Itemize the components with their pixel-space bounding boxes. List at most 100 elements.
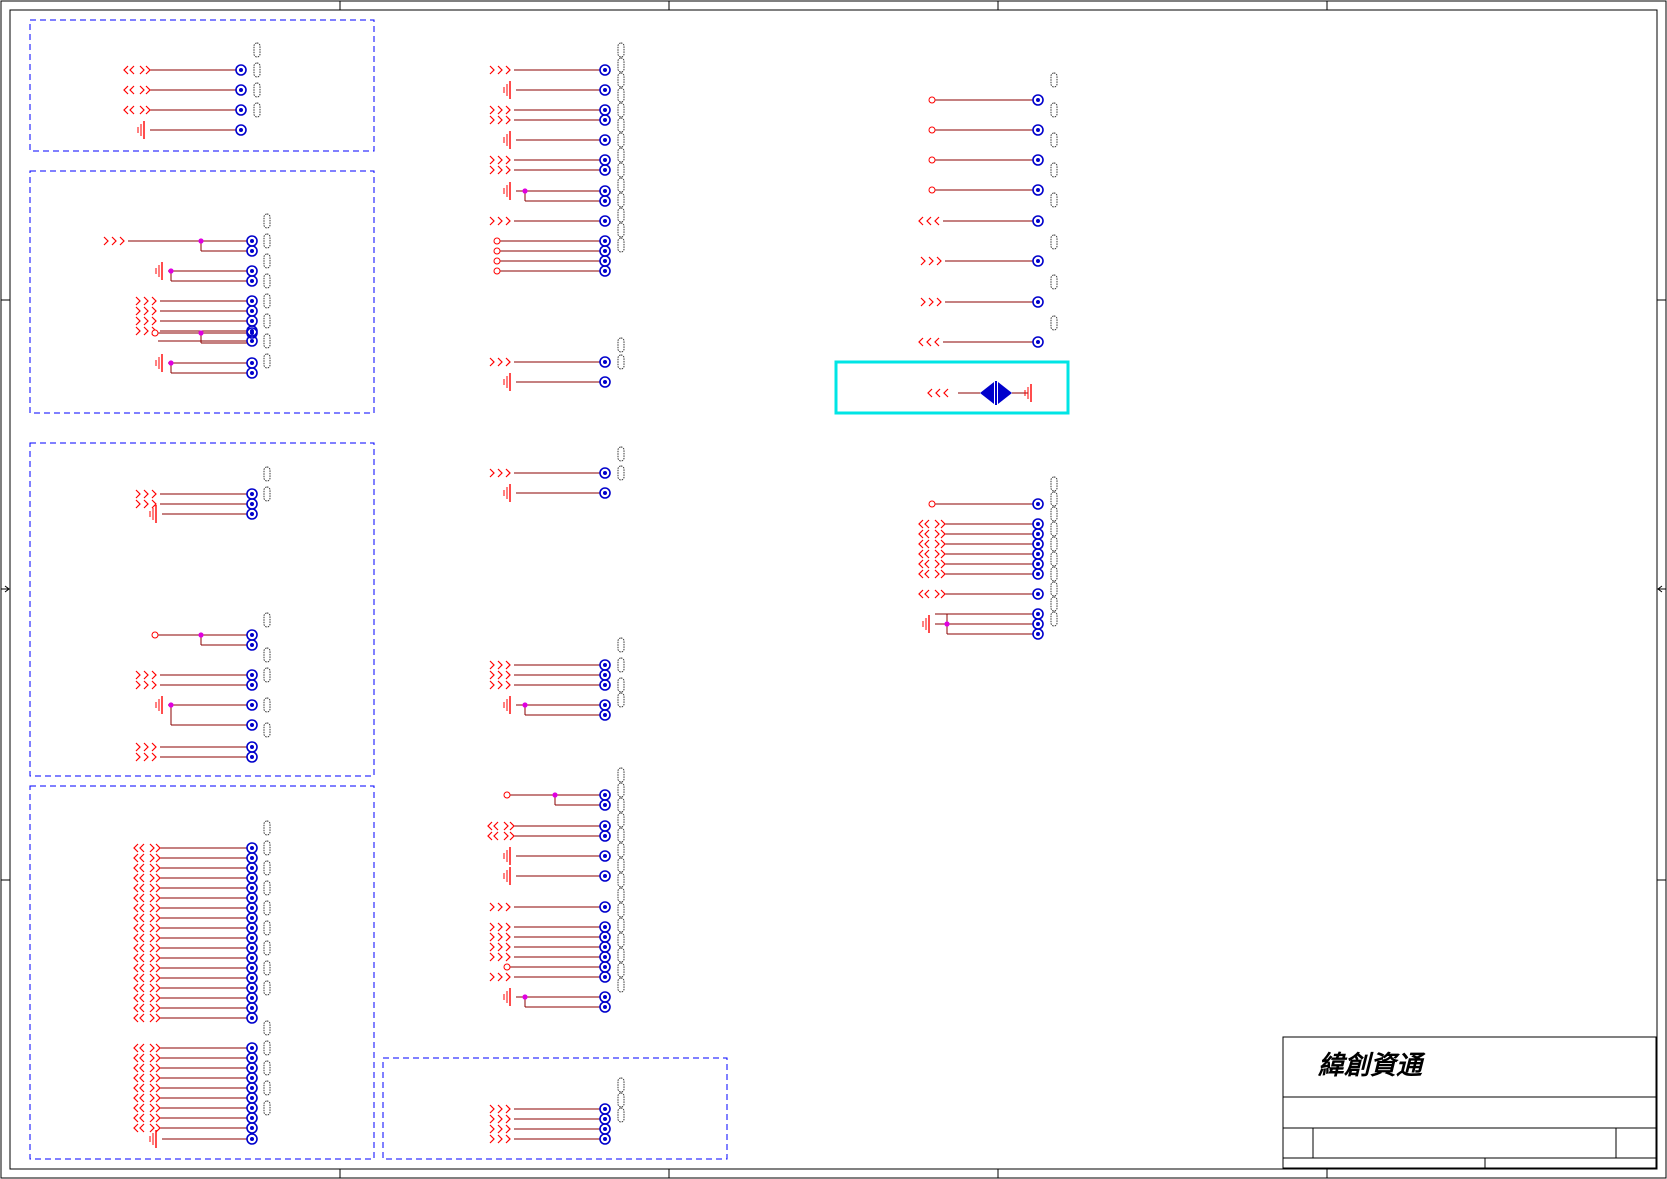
test-pad-icon bbox=[599, 245, 611, 257]
refdes-placeholder-icon bbox=[1050, 274, 1058, 290]
refdes-placeholder-icon bbox=[617, 147, 625, 163]
test-pad-icon bbox=[599, 215, 611, 227]
refdes-placeholder-icon bbox=[617, 902, 625, 918]
offpage-bidir-icon bbox=[918, 559, 946, 569]
chevron-mark bbox=[135, 742, 141, 752]
test-pad-center bbox=[250, 331, 254, 335]
offpage-bidir-icon bbox=[133, 1063, 161, 1073]
test-pad-icon bbox=[599, 356, 611, 368]
open-terminal-icon bbox=[151, 329, 159, 337]
chevron-mark bbox=[145, 105, 151, 115]
group-middle-5 bbox=[487, 767, 625, 1013]
offpage-input-icon bbox=[103, 236, 125, 246]
test-pad-icon bbox=[599, 255, 611, 267]
refdes-placeholder-icon bbox=[1050, 536, 1058, 552]
test-pad-center bbox=[1036, 592, 1040, 596]
junction-dot bbox=[522, 188, 528, 194]
test-pad-center bbox=[250, 633, 254, 637]
chevron-mark bbox=[139, 1063, 145, 1073]
chevron-mark bbox=[139, 943, 145, 953]
chevron-mark bbox=[133, 1083, 139, 1093]
test-pad-icon bbox=[246, 952, 258, 964]
chevron-mark bbox=[139, 843, 145, 853]
chevron-mark bbox=[924, 549, 930, 559]
chevron-mark bbox=[934, 539, 940, 549]
chevron-mark bbox=[920, 256, 926, 266]
test-pad-icon bbox=[599, 991, 611, 1003]
test-pad-center bbox=[603, 793, 607, 797]
chevron-mark bbox=[155, 1063, 161, 1073]
refdes-placeholder-icon bbox=[1050, 132, 1058, 148]
chevron-mark bbox=[133, 943, 139, 953]
test-pad-center bbox=[250, 1006, 254, 1010]
chevron-mark bbox=[129, 65, 135, 75]
refdes-placeholder-icon bbox=[1050, 551, 1058, 567]
group-right-top bbox=[918, 72, 1058, 348]
test-pad-icon bbox=[599, 951, 611, 963]
refdes-placeholder-icon bbox=[617, 887, 625, 903]
test-pad-center bbox=[603, 158, 607, 162]
chevron-mark bbox=[497, 972, 503, 982]
open-terminal-icon bbox=[493, 247, 501, 255]
ground-icon bbox=[155, 354, 163, 372]
chevron-mark bbox=[149, 1093, 155, 1103]
chevron-mark bbox=[149, 1063, 155, 1073]
chevron-mark bbox=[924, 569, 930, 579]
selection-highlight-box[interactable] bbox=[834, 360, 1070, 415]
chevron-mark bbox=[135, 316, 141, 326]
offpage-bidir-icon bbox=[133, 893, 161, 903]
chevron-mark bbox=[155, 973, 161, 983]
open-terminal-icon bbox=[503, 791, 511, 799]
test-pad-icon bbox=[1032, 215, 1044, 227]
chevron-mark bbox=[505, 932, 511, 942]
chevron-mark bbox=[505, 105, 511, 115]
refdes-placeholder-icon bbox=[617, 117, 625, 133]
chevron-mark bbox=[149, 853, 155, 863]
test-pad-center bbox=[239, 88, 243, 92]
offpage-input-icon bbox=[489, 1104, 511, 1114]
chevron-mark bbox=[149, 913, 155, 923]
chevron-mark bbox=[103, 236, 109, 246]
refdes-placeholder-icon bbox=[263, 647, 271, 663]
test-pad-icon bbox=[246, 1092, 258, 1104]
refdes-placeholder-icon bbox=[263, 233, 271, 249]
test-pad-icon bbox=[1032, 518, 1044, 530]
test-pad-icon bbox=[246, 305, 258, 317]
offpage-input-icon bbox=[489, 922, 511, 932]
chevron-mark bbox=[149, 933, 155, 943]
test-pad-icon bbox=[246, 275, 258, 287]
refdes-placeholder-icon bbox=[617, 977, 625, 993]
refdes-placeholder-icon bbox=[617, 177, 625, 193]
test-pad-icon bbox=[1032, 336, 1044, 348]
chevron-mark bbox=[505, 216, 511, 226]
test-pad-center bbox=[250, 703, 254, 707]
test-pad-center bbox=[1036, 542, 1040, 546]
test-pad-icon bbox=[599, 699, 611, 711]
test-pad-icon bbox=[1032, 154, 1044, 166]
test-pad-icon bbox=[246, 295, 258, 307]
refdes-placeholder-icon bbox=[617, 782, 625, 798]
offpage-input-icon bbox=[135, 316, 157, 326]
chevron-mark bbox=[143, 670, 149, 680]
refdes-placeholder-icon bbox=[617, 72, 625, 88]
chevron-mark bbox=[155, 1103, 161, 1113]
chevron-mark bbox=[133, 863, 139, 873]
test-pad-icon bbox=[599, 134, 611, 146]
test-pad-icon bbox=[1032, 296, 1044, 308]
test-pad-center bbox=[250, 249, 254, 253]
refdes-placeholder-icon bbox=[617, 932, 625, 948]
refdes-placeholder-icon bbox=[1050, 596, 1058, 612]
chevron-mark bbox=[497, 1124, 503, 1134]
refdes-placeholder-icon bbox=[617, 812, 625, 828]
refdes-placeholder-icon bbox=[617, 657, 625, 673]
test-pad-center bbox=[1036, 562, 1040, 566]
chevron-mark bbox=[133, 873, 139, 883]
test-pad-icon bbox=[246, 1012, 258, 1024]
test-pad-icon bbox=[235, 104, 247, 116]
test-pad-center bbox=[250, 866, 254, 870]
chevron-mark bbox=[924, 559, 930, 569]
refdes-placeholder-icon bbox=[617, 827, 625, 843]
test-pad-icon bbox=[246, 1002, 258, 1014]
test-pad-center bbox=[250, 269, 254, 273]
test-pad-icon bbox=[246, 719, 258, 731]
